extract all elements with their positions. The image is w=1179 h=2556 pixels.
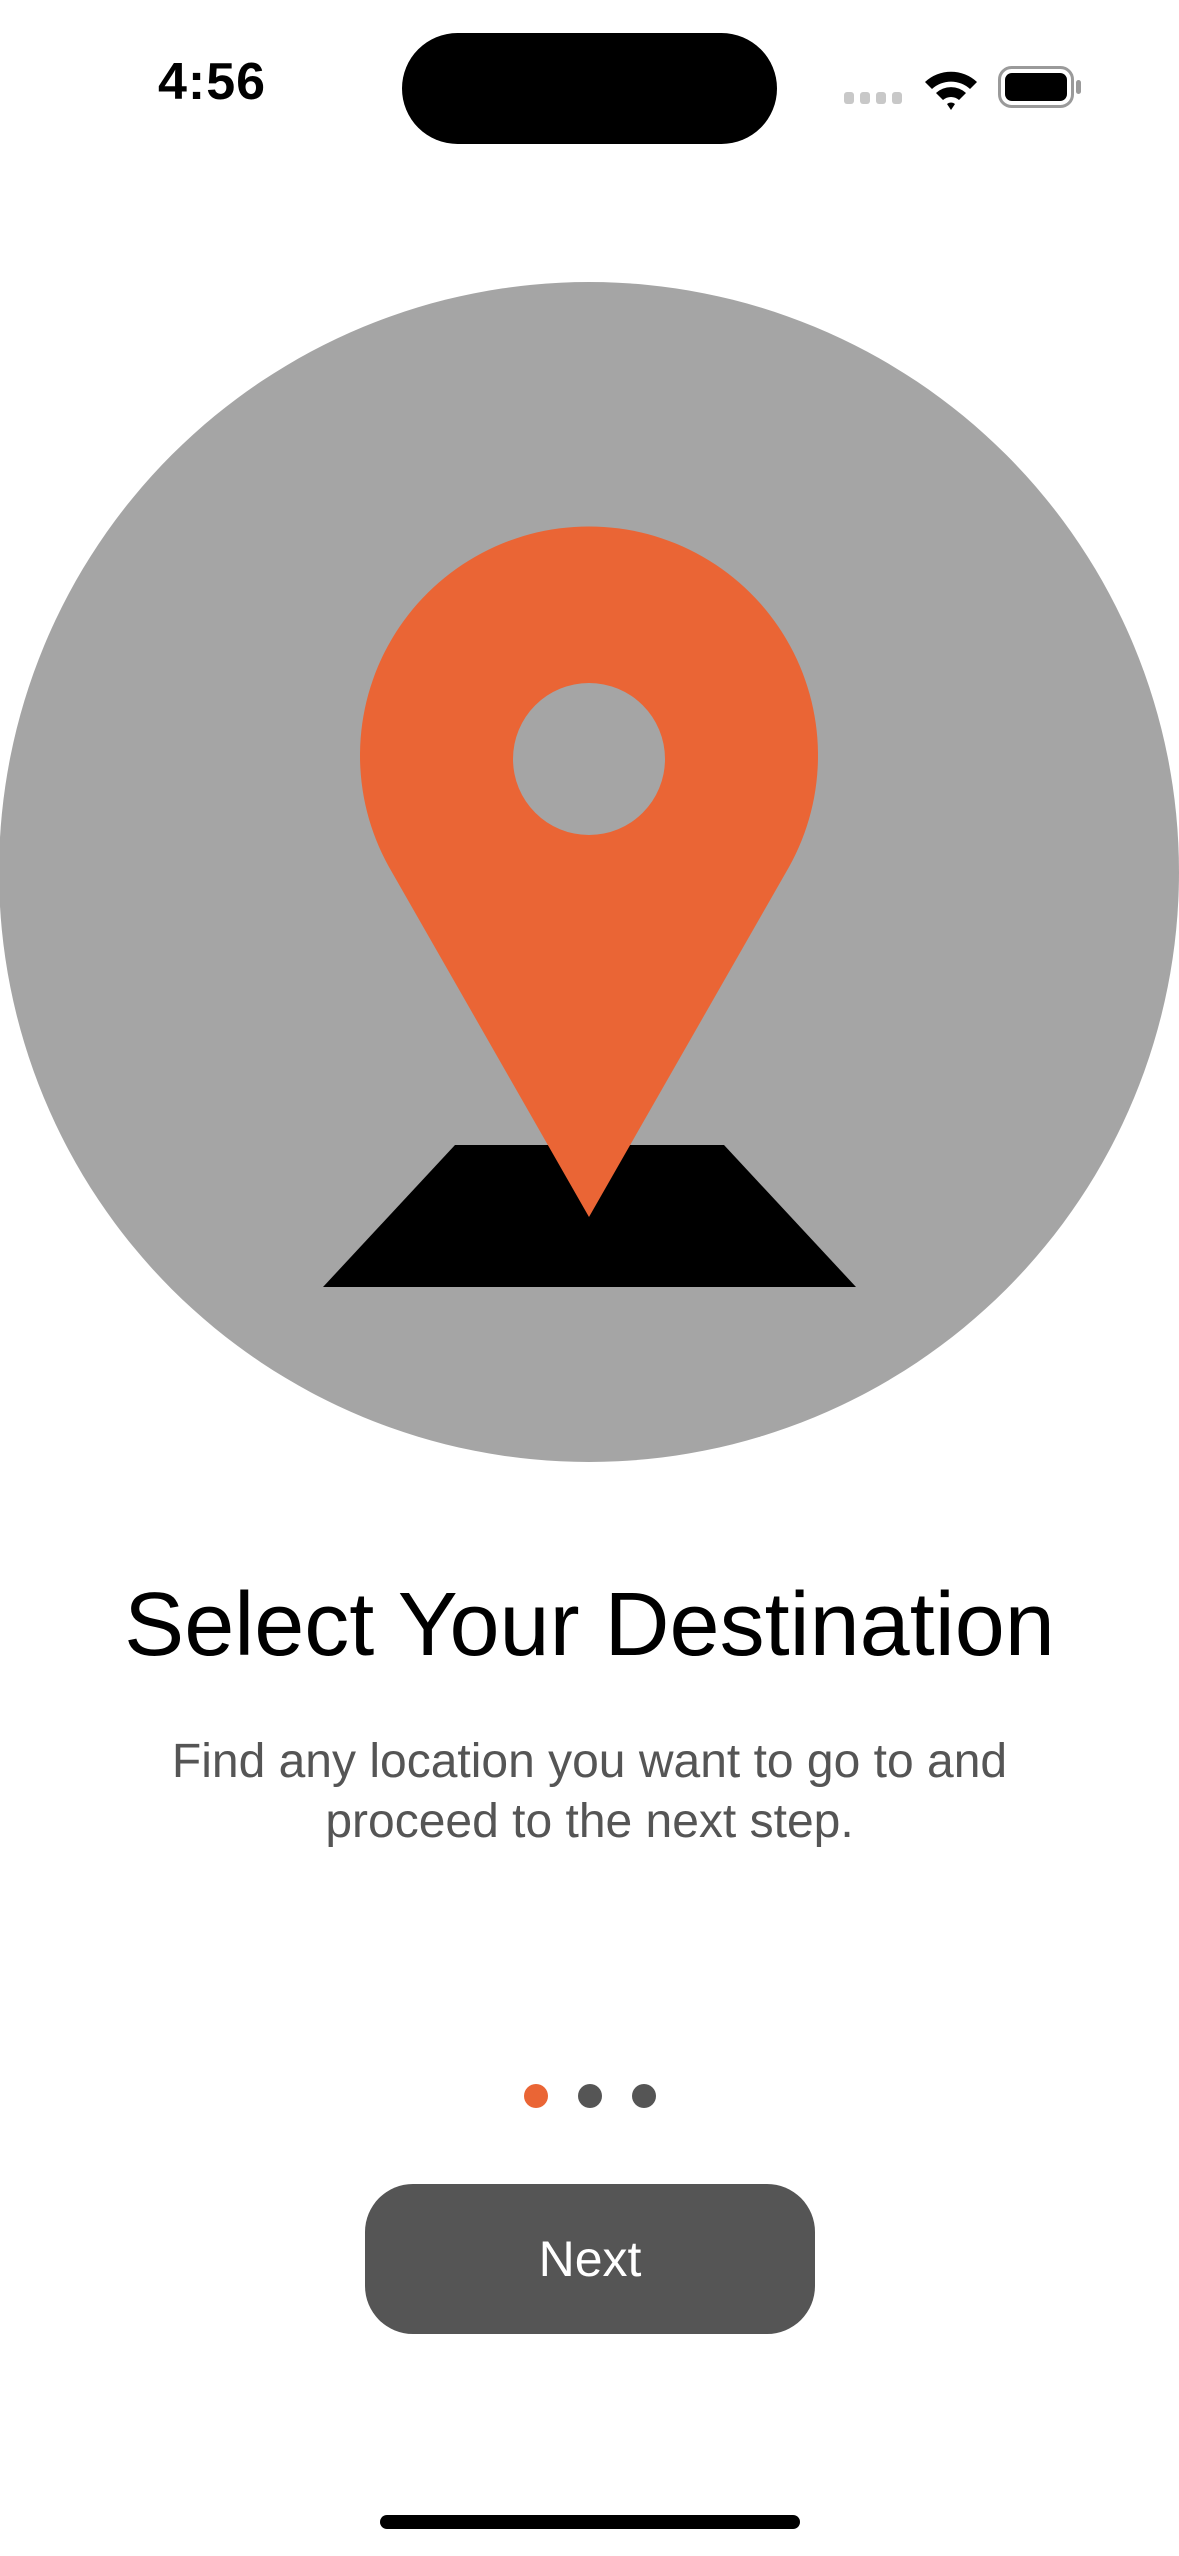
- status-bar: 4:56: [0, 0, 1179, 170]
- home-indicator[interactable]: [380, 2515, 800, 2529]
- onboarding-title: Select Your Destination: [124, 1575, 1055, 1675]
- page-indicator[interactable]: [0, 2084, 1179, 2110]
- battery-icon: [998, 66, 1081, 108]
- wifi-icon: [925, 71, 977, 110]
- destination-illustration: [0, 282, 1179, 1462]
- status-time: 4:56: [158, 53, 267, 111]
- page-dot-1[interactable]: [523, 2084, 548, 2108]
- dynamic-island: [402, 33, 777, 144]
- next-button[interactable]: Next: [365, 2184, 815, 2334]
- signal-icon: [844, 92, 902, 104]
- page-dot-3[interactable]: [631, 2084, 656, 2108]
- onboarding-subtitle: Find any location you want to go to and …: [171, 1735, 1008, 1848]
- page-dot-2[interactable]: [577, 2084, 602, 2108]
